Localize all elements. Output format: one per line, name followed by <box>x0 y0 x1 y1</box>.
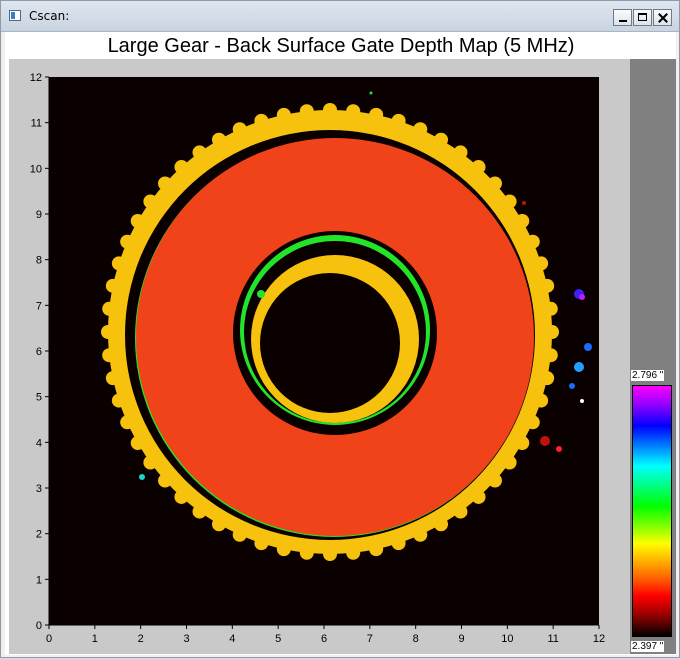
title-bar[interactable]: Cscan: <box>1 1 679 32</box>
close-button[interactable] <box>653 9 672 26</box>
plot-panel <box>9 59 630 654</box>
color-scale-min: 2.397 " <box>631 641 665 652</box>
color-scale-max: 2.796 " <box>631 370 665 381</box>
cscan-client-area: Large Gear - Back Surface Gate Depth Map… <box>5 32 676 655</box>
minimize-button[interactable] <box>613 9 632 26</box>
window-title: Cscan: <box>29 9 70 23</box>
cscan-window: Cscan: Large Gear - Back Surface Gate De… <box>0 0 680 658</box>
color-scale-bar <box>632 385 672 637</box>
plot-title: Large Gear - Back Surface Gate Depth Map… <box>107 35 575 57</box>
maximize-button[interactable] <box>633 9 652 26</box>
app-icon[interactable] <box>9 10 21 21</box>
